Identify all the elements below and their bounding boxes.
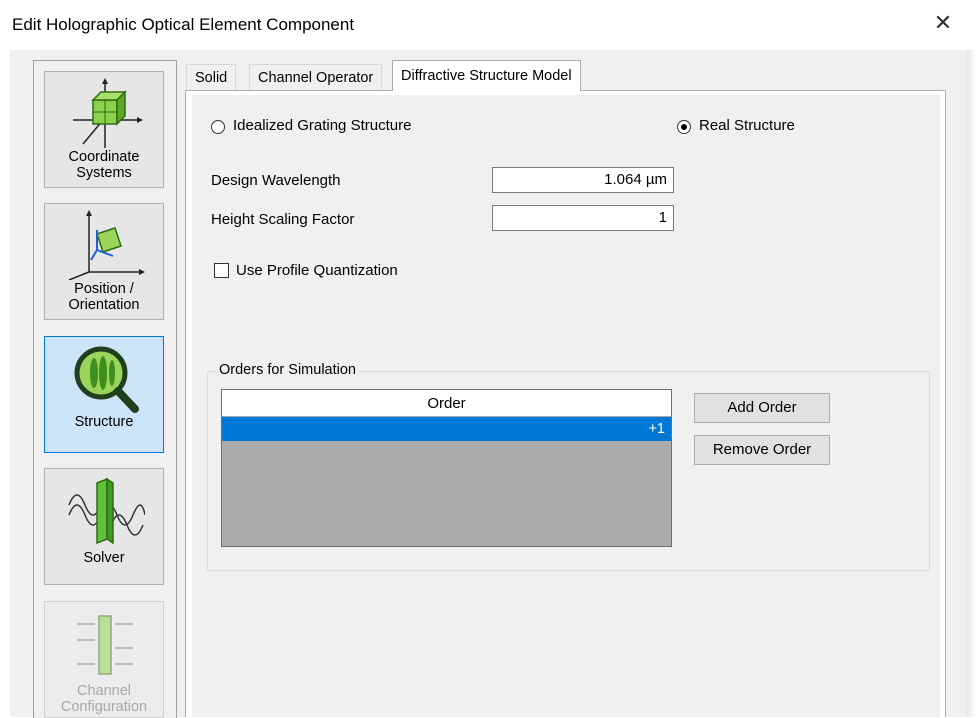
idealized-grating-radio[interactable] (211, 120, 225, 134)
tab-diffractive-structure-model[interactable]: Diffractive Structure Model (392, 60, 581, 91)
solver-icon (68, 477, 145, 545)
profile-quantization-label: Use Profile Quantization (236, 262, 398, 279)
nav-solver[interactable]: Solver (44, 468, 164, 585)
title-bar: Edit Holographic Optical Element Compone… (0, 0, 976, 50)
nav-channel-configuration[interactable]: Channel Configuration (44, 601, 164, 718)
orders-group-title: Orders for Simulation (216, 362, 359, 378)
nav-label: Structure (74, 414, 134, 430)
order-column-header[interactable]: Order (222, 390, 671, 417)
design-wavelength-input[interactable]: 1.064 µm (492, 167, 674, 193)
window-edge (966, 50, 976, 717)
channel-configuration-icon (77, 615, 133, 675)
remove-order-button[interactable]: Remove Order (694, 435, 830, 465)
add-order-button[interactable]: Add Order (694, 393, 830, 423)
profile-quantization-checkbox[interactable] (214, 263, 229, 278)
nav-position-orientation[interactable]: Position / Orientation (44, 203, 164, 320)
idealized-grating-label: Idealized Grating Structure (233, 117, 412, 134)
nav-label: Channel Configuration (60, 683, 148, 715)
real-structure-radio[interactable] (677, 120, 691, 134)
tab-solid[interactable]: Solid (186, 64, 237, 90)
nav-label: Solver (83, 550, 125, 566)
nav-coordinate-systems[interactable]: Coordinate Systems (44, 71, 164, 188)
close-icon[interactable]: ✕ (930, 10, 956, 36)
nav-structure[interactable]: Structure (44, 336, 164, 453)
position-orientation-icon (68, 210, 145, 280)
coordinate-systems-icon (73, 78, 143, 148)
tab-channel-operator[interactable]: Channel Operator (249, 64, 383, 90)
nav-label: Position / Orientation (68, 281, 140, 313)
design-wavelength-label: Design Wavelength (211, 172, 341, 189)
height-scaling-input[interactable]: 1 (492, 205, 674, 231)
window-title: Edit Holographic Optical Element Compone… (12, 15, 355, 34)
table-row[interactable]: +1 (222, 417, 671, 441)
category-nav: Coordinate Systems Position / Orientatio… (33, 60, 177, 718)
nav-label: Coordinate Systems (68, 149, 140, 181)
real-structure-label: Real Structure (699, 117, 795, 134)
magnifier-structure-icon (74, 346, 139, 413)
height-scaling-label: Height Scaling Factor (211, 211, 355, 228)
orders-table[interactable]: Order +1 (221, 389, 672, 547)
